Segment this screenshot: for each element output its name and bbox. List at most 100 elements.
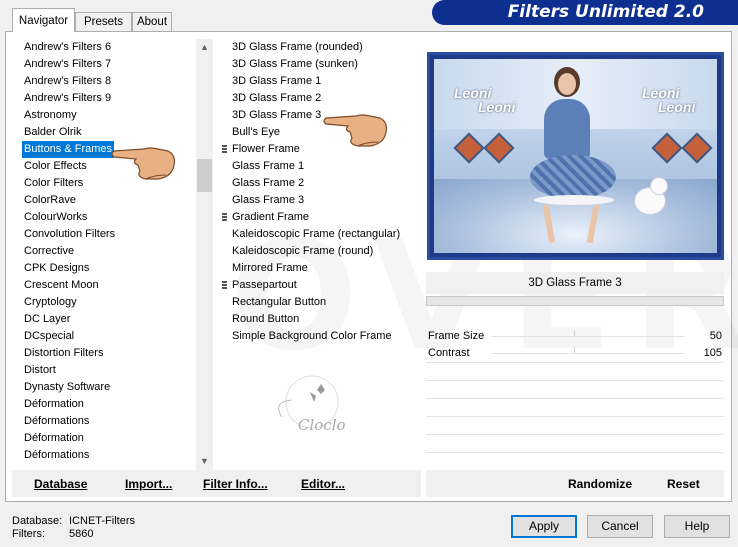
tab-navigator[interactable]: Navigator — [12, 8, 75, 32]
category-item[interactable]: Cryptology — [22, 294, 79, 311]
filter-item-label: Simple Background Color Frame — [232, 330, 392, 342]
category-scrollbar[interactable]: ▲ ▼ — [196, 39, 213, 470]
editor-button[interactable]: Editor... — [301, 477, 345, 491]
current-filter-name: 3D Glass Frame 3 — [426, 272, 724, 294]
scroll-down-icon[interactable]: ▼ — [196, 453, 213, 470]
folder-marker-icon — [222, 213, 227, 222]
filter-item[interactable]: 3D Glass Frame 3 — [230, 107, 323, 124]
empty-param-row — [426, 452, 724, 453]
folder-marker-icon — [222, 281, 227, 290]
category-item[interactable]: Andrew's Filters 7 — [22, 56, 113, 73]
category-list[interactable]: Andrew's Filters 6 Andrew's Filters 7 Andr… — [22, 39, 196, 470]
category-item[interactable]: Déformations — [22, 447, 91, 464]
filter-item-label: Gradient Frame — [232, 211, 310, 223]
preview-toolbar: Randomize Reset — [426, 470, 724, 497]
filter-item-label: 3D Glass Frame (rounded) — [232, 41, 363, 53]
database-value: ICNET-Filters — [69, 515, 135, 527]
tab-about[interactable]: About — [132, 12, 172, 31]
empty-param-row — [426, 416, 724, 417]
preview-image: Leoni Leoni Leoni Leoni — [427, 52, 724, 260]
filter-item[interactable]: Simple Background Color Frame — [230, 328, 394, 345]
filter-item-label: 3D Glass Frame (sunken) — [232, 58, 358, 70]
category-item[interactable]: ColorRave — [22, 192, 78, 209]
filter-item-label: 3D Glass Frame 1 — [232, 75, 322, 87]
filter-item-label: 3D Glass Frame 3 — [232, 109, 322, 121]
filter-item[interactable]: Gradient Frame — [222, 209, 311, 226]
category-item[interactable]: Astronomy — [22, 107, 79, 124]
filter-item-label: Bull's Eye — [232, 126, 280, 138]
category-item[interactable]: Andrew's Filters 9 — [22, 90, 113, 107]
category-item[interactable]: Andrew's Filters 8 — [22, 73, 113, 90]
category-item[interactable]: Corrective — [22, 243, 76, 260]
filter-item-label: Glass Frame 3 — [232, 194, 305, 206]
category-item[interactable]: Buttons & Frames — [22, 141, 115, 158]
tab-presets[interactable]: Presets — [75, 12, 132, 31]
scroll-thumb[interactable] — [197, 159, 212, 192]
cancel-button[interactable]: Cancel — [587, 515, 653, 538]
filter-item[interactable]: 3D Glass Frame 2 — [230, 90, 323, 107]
progress-bar — [426, 296, 724, 306]
filter-item[interactable]: Flower Frame — [222, 141, 302, 158]
param-row[interactable]: Contrast 105 — [426, 345, 724, 362]
filter-item[interactable]: Bull's Eye — [230, 124, 282, 141]
param-row[interactable]: Frame Size 50 — [426, 328, 724, 345]
param-label: Frame Size — [428, 330, 485, 342]
filter-item[interactable]: 3D Glass Frame (rounded) — [230, 39, 365, 56]
param-slider[interactable] — [492, 336, 684, 337]
app-title-banner: Filters Unlimited 2.0 — [432, 0, 738, 25]
import-button[interactable]: Import... — [125, 477, 172, 491]
filter-item[interactable]: Passepartout — [222, 277, 299, 294]
param-label: Contrast — [428, 347, 470, 359]
category-item[interactable]: Color Filters — [22, 175, 85, 192]
param-slider[interactable] — [492, 353, 684, 354]
category-item[interactable]: Convolution Filters — [22, 226, 117, 243]
folder-marker-icon — [222, 145, 227, 154]
filter-item-label: Rectangular Button — [232, 296, 327, 308]
randomize-button[interactable]: Randomize — [568, 477, 632, 491]
help-button[interactable]: Help — [664, 515, 730, 538]
category-item[interactable]: Andrew's Filters 6 — [22, 39, 113, 56]
filter-item-label: Glass Frame 1 — [232, 160, 305, 172]
empty-param-row — [426, 362, 724, 363]
filter-item[interactable]: Round Button — [230, 311, 301, 328]
filter-item[interactable]: Kaleidoscopic Frame (round) — [230, 243, 375, 260]
category-item[interactable]: ColourWorks — [22, 209, 89, 226]
category-item[interactable]: Distort — [22, 362, 58, 379]
empty-param-row — [426, 380, 724, 381]
filter-item[interactable]: 3D Glass Frame 1 — [230, 73, 323, 90]
category-item[interactable]: Crescent Moon — [22, 277, 101, 294]
filter-item-label: Passepartout — [232, 279, 297, 291]
empty-param-row — [426, 434, 724, 435]
category-item[interactable]: Déformations — [22, 413, 91, 430]
category-item[interactable]: Dynasty Software — [22, 379, 112, 396]
list-toolbar: Database Import... Filter Info... Editor… — [12, 470, 421, 497]
filter-item-label: Kaleidoscopic Frame (round) — [232, 245, 374, 257]
pointing-hand-icon — [323, 114, 387, 147]
apply-button[interactable]: Apply — [511, 515, 577, 538]
category-item[interactable]: CPK Designs — [22, 260, 91, 277]
filter-item[interactable]: Glass Frame 2 — [230, 175, 306, 192]
filter-item-label: Round Button — [232, 313, 300, 325]
slider-tick — [574, 330, 575, 336]
category-item[interactable]: Déformation — [22, 430, 86, 447]
category-item[interactable]: Balder Olrik — [22, 124, 83, 141]
reset-button[interactable]: Reset — [667, 477, 700, 491]
category-item[interactable]: DCspecial — [22, 328, 76, 345]
empty-param-row — [426, 398, 724, 399]
filter-item[interactable]: Glass Frame 1 — [230, 158, 306, 175]
filter-item[interactable]: Glass Frame 3 — [230, 192, 306, 209]
filter-item-label: 3D Glass Frame 2 — [232, 92, 322, 104]
category-item[interactable]: Color Effects — [22, 158, 89, 175]
filter-item[interactable]: Mirrored Frame — [230, 260, 310, 277]
filter-item[interactable]: Rectangular Button — [230, 294, 328, 311]
scroll-up-icon[interactable]: ▲ — [196, 39, 213, 56]
filter-item[interactable]: Kaleidoscopic Frame (rectangular) — [230, 226, 402, 243]
database-label: Database: — [12, 515, 63, 527]
database-button[interactable]: Database — [34, 477, 87, 491]
pointing-hand-icon — [111, 147, 175, 180]
category-item[interactable]: Distortion Filters — [22, 345, 105, 362]
category-item[interactable]: Déformation — [22, 396, 86, 413]
category-item[interactable]: DC Layer — [22, 311, 72, 328]
filter-item[interactable]: 3D Glass Frame (sunken) — [230, 56, 360, 73]
filter-info-button[interactable]: Filter Info... — [203, 477, 268, 491]
